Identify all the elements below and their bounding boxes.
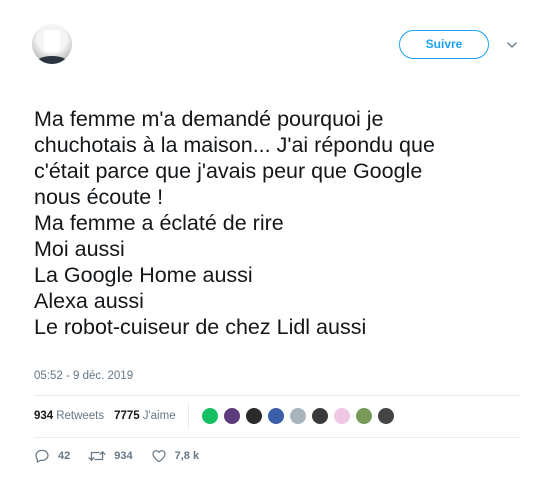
liker-avatar[interactable] bbox=[200, 407, 219, 425]
liker-avatar[interactable] bbox=[376, 407, 395, 425]
liker-avatars bbox=[200, 407, 399, 425]
tweet-text-line: Alexa aussi bbox=[34, 289, 144, 313]
retweets-count: 934 bbox=[34, 410, 54, 422]
like-count: 7,8 k bbox=[174, 450, 200, 462]
liker-avatar[interactable] bbox=[288, 407, 307, 425]
tweet-text: Ma femme m'a demandé pourquoi je chuchot… bbox=[34, 106, 534, 340]
avatar-face bbox=[44, 30, 60, 52]
reply-icon bbox=[35, 449, 49, 463]
divider bbox=[34, 437, 520, 438]
liker-avatar[interactable] bbox=[332, 407, 351, 425]
tweet-text-line: Le robot-cuiseur de chez Lidl aussi bbox=[34, 315, 367, 339]
tweet-text-line: Ma femme m'a demandé pourquoi je bbox=[34, 107, 384, 131]
tweet-text-line: La Google Home aussi bbox=[34, 263, 253, 287]
tweet-text-line: Moi aussi bbox=[34, 237, 125, 261]
timestamp[interactable]: 05:52 - 9 déc. 2019 bbox=[34, 370, 133, 382]
chevron-down-icon[interactable] bbox=[505, 38, 519, 52]
retweet-button[interactable]: 934 bbox=[88, 448, 133, 464]
heart-icon bbox=[152, 450, 166, 463]
liker-avatar[interactable] bbox=[310, 407, 329, 425]
tweet-actions: 42 934 7,8 k bbox=[34, 448, 217, 464]
likes-stat[interactable]: 7775 J'aime bbox=[114, 410, 175, 422]
tweet-stats: 934 Retweets 7775 J'aime bbox=[34, 396, 399, 436]
liker-avatar[interactable] bbox=[222, 407, 241, 425]
tweet-text-line: c'était parce que j'avais peur que Googl… bbox=[34, 159, 423, 183]
retweets-stat[interactable]: 934 Retweets bbox=[34, 410, 104, 422]
retweets-label: Retweets bbox=[56, 410, 105, 422]
stats-separator bbox=[187, 403, 189, 429]
tweet-text-line: nous écoute ! bbox=[34, 185, 164, 209]
liker-avatar[interactable] bbox=[244, 407, 263, 425]
reply-count: 42 bbox=[58, 450, 71, 462]
likes-label: J'aime bbox=[142, 410, 176, 422]
avatar[interactable] bbox=[32, 24, 72, 64]
likes-count: 7775 bbox=[114, 410, 140, 422]
tweet-text-line: Ma femme a éclaté de rire bbox=[34, 211, 284, 235]
retweet-icon bbox=[88, 451, 106, 461]
retweet-count: 934 bbox=[114, 450, 133, 462]
tweet-text-line: chuchotais à la maison... J'ai répondu q… bbox=[34, 133, 435, 157]
like-button[interactable]: 7,8 k bbox=[151, 448, 199, 464]
liker-avatar[interactable] bbox=[266, 407, 285, 425]
avatar-shoulders bbox=[36, 56, 68, 64]
liker-avatar[interactable] bbox=[354, 407, 373, 425]
reply-button[interactable]: 42 bbox=[34, 448, 70, 464]
follow-button[interactable]: Suivre bbox=[399, 30, 489, 59]
tweet-card: Suivre Ma femme m'a demandé pourquoi je … bbox=[0, 0, 550, 485]
